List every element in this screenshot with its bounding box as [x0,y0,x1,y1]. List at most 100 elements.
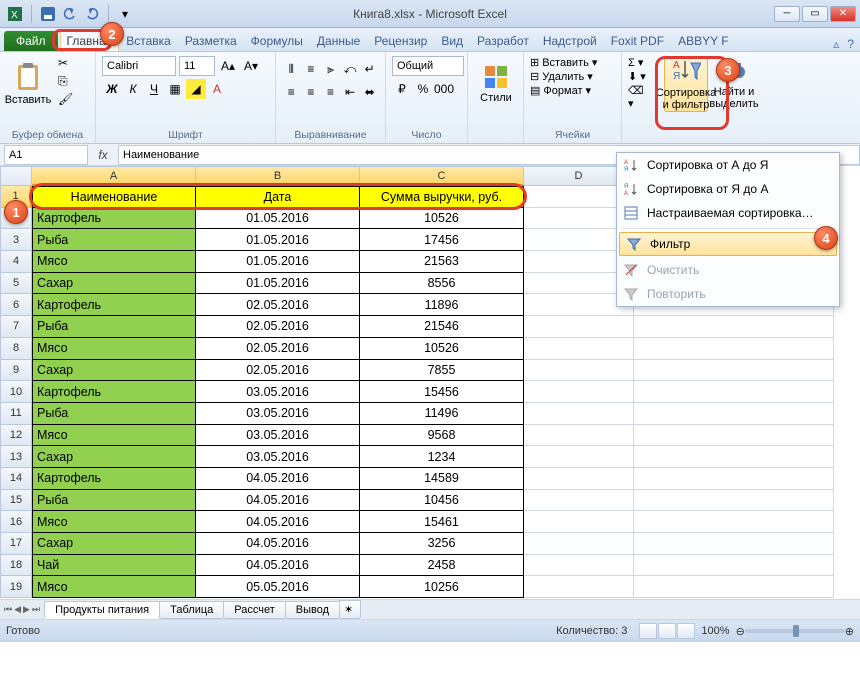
sheet-nav-next-icon[interactable]: ▶ [23,604,30,615]
empty-cell[interactable] [634,511,834,533]
data-cell[interactable]: Рыба [32,490,196,512]
qat-more-icon[interactable]: ▾ [116,5,134,23]
data-cell[interactable]: 01.05.2016 [196,251,360,273]
sheet-tab[interactable]: Вывод [285,601,340,619]
column-header[interactable]: A [32,166,196,186]
empty-cell[interactable] [524,360,634,382]
minimize-button[interactable]: ─ [774,6,800,22]
empty-cell[interactable] [634,555,834,577]
row-header[interactable]: 13 [0,446,32,468]
column-header[interactable]: B [196,166,360,186]
align-left-icon[interactable]: ≡ [282,82,301,102]
menu-filter[interactable]: Фильтр [619,232,837,256]
row-header[interactable]: 3 [0,229,32,251]
row-header[interactable]: 5 [0,273,32,295]
tab-abbyy[interactable]: ABBYY F [671,30,735,51]
empty-cell[interactable] [634,381,834,403]
data-cell[interactable]: 9568 [360,425,524,447]
zoom-slider[interactable] [745,629,845,633]
table-header-cell[interactable]: Сумма выручки, руб. [360,186,524,208]
sheet-nav-last-icon[interactable]: ⏭ [32,604,40,615]
row-header[interactable]: 18 [0,555,32,577]
italic-button[interactable]: К [123,79,143,99]
comma-icon[interactable]: 000 [434,79,454,99]
view-layout-icon[interactable] [658,623,676,639]
empty-cell[interactable] [524,511,634,533]
align-center-icon[interactable]: ≡ [302,82,321,102]
paste-button[interactable]: Вставить [6,56,50,112]
format-painter-icon[interactable]: 🖌 [58,92,76,108]
orientation-icon[interactable]: ⤺ [341,59,360,79]
data-cell[interactable]: Рыба [32,403,196,425]
view-normal-icon[interactable] [639,623,657,639]
data-cell[interactable]: Сахар [32,533,196,555]
insert-cells-button[interactable]: ⊞Вставить ▾ [530,56,615,69]
percent-icon[interactable]: % [413,79,433,99]
empty-cell[interactable] [524,576,634,598]
file-tab[interactable]: Файл [4,31,58,51]
tab-foxit[interactable]: Foxit PDF [604,30,671,51]
empty-cell[interactable] [524,403,634,425]
merge-button[interactable]: ⬌ [360,82,379,102]
font-name-select[interactable]: Calibri [102,56,176,76]
empty-cell[interactable] [524,555,634,577]
cut-icon[interactable]: ✂ [58,56,76,72]
fill-color-button[interactable]: ◢ [186,79,206,99]
data-cell[interactable]: Сахар [32,360,196,382]
data-cell[interactable]: Рыба [32,229,196,251]
new-sheet-button[interactable]: ✶ [339,600,361,619]
data-cell[interactable]: 10256 [360,576,524,598]
bold-button[interactable]: Ж [102,79,122,99]
row-header[interactable]: 17 [0,533,32,555]
data-cell[interactable]: Рыба [32,316,196,338]
empty-cell[interactable] [634,446,834,468]
empty-cell[interactable] [634,576,834,598]
underline-button[interactable]: Ч [144,79,164,99]
data-cell[interactable]: Мясо [32,251,196,273]
data-cell[interactable]: 02.05.2016 [196,316,360,338]
data-cell[interactable]: 01.05.2016 [196,208,360,230]
align-middle-icon[interactable]: ≡ [302,59,321,79]
name-box[interactable]: A1 [4,145,88,165]
empty-cell[interactable] [634,360,834,382]
data-cell[interactable]: Мясо [32,338,196,360]
data-cell[interactable]: 10526 [360,338,524,360]
data-cell[interactable]: 01.05.2016 [196,229,360,251]
data-cell[interactable]: 03.05.2016 [196,446,360,468]
menu-sort-za[interactable]: ЯА Сортировка от Я до А [617,177,839,201]
data-cell[interactable]: Картофель [32,381,196,403]
undo-icon[interactable] [61,5,79,23]
data-cell[interactable]: 21563 [360,251,524,273]
row-header[interactable]: 15 [0,490,32,512]
empty-cell[interactable] [634,338,834,360]
row-header[interactable]: 11 [0,403,32,425]
data-cell[interactable]: 3256 [360,533,524,555]
empty-cell[interactable] [634,316,834,338]
data-cell[interactable]: 8556 [360,273,524,295]
row-header[interactable]: 6 [0,294,32,316]
data-cell[interactable]: 10456 [360,490,524,512]
clear-button[interactable]: ⌫ ▾ [628,84,652,110]
row-header[interactable]: 4 [0,251,32,273]
empty-cell[interactable] [634,490,834,512]
copy-icon[interactable]: ⎘ [58,74,76,90]
table-header-cell[interactable]: Наименование [32,186,196,208]
tab-formulas[interactable]: Формулы [244,30,310,51]
save-icon[interactable] [39,5,57,23]
row-header[interactable]: 10 [0,381,32,403]
border-button[interactable]: ▦ [165,79,185,99]
sheet-tab[interactable]: Рассчет [223,601,286,619]
maximize-button[interactable]: ▭ [802,6,828,22]
font-color-button[interactable]: A [207,79,227,99]
data-cell[interactable]: Мясо [32,511,196,533]
empty-cell[interactable] [524,468,634,490]
data-cell[interactable]: 04.05.2016 [196,490,360,512]
data-cell[interactable]: Мясо [32,576,196,598]
data-cell[interactable]: 03.05.2016 [196,403,360,425]
data-cell[interactable]: 21546 [360,316,524,338]
column-header[interactable]: C [360,166,524,186]
data-cell[interactable]: 04.05.2016 [196,533,360,555]
data-cell[interactable]: Сахар [32,446,196,468]
minimize-ribbon-icon[interactable]: ▵ [833,37,839,51]
align-right-icon[interactable]: ≡ [321,82,340,102]
